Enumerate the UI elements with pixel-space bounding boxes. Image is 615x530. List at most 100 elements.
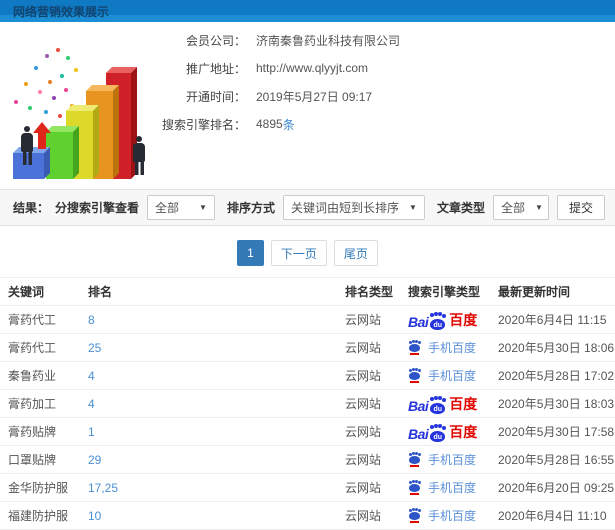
open-time-row: 开通时间： 2019年5月27日 09:17 [160, 89, 400, 104]
filter-group: 分搜索引擎查看 全部 ▼ 排序方式 关键词由短到长排序 ▼ 文章类型 全部 ▼ … [51, 195, 605, 220]
up-arrow-icon [33, 122, 51, 149]
updated-cell: 2020年5月30日 17:58 [498, 425, 615, 439]
baidu-paw-icon: du [429, 312, 447, 330]
promo-url-label: 推广地址： [185, 61, 246, 76]
col-engine-type: 搜索引擎类型 [408, 285, 481, 299]
baidu-logo-icon: Bai du 百度 [408, 311, 478, 330]
rank-type-cell: 云网站 [345, 341, 382, 355]
table-row: 秦鲁药业 4 云网站 手机百度 2020年5月28日 17:02 [0, 362, 615, 390]
top-section: 会员公司： 济南秦鲁药业科技有限公司 推广地址： http://www.qlyy… [0, 22, 615, 189]
rank-link[interactable]: 8 [88, 313, 345, 327]
filter-bar: 结果： 分搜索引擎查看 全部 ▼ 排序方式 关键词由短到长排序 ▼ 文章类型 全… [0, 189, 615, 226]
mobile-baidu-icon: 手机百度 [408, 451, 476, 468]
table-row: 福建防护服 10 云网站 手机百度 2020年6月4日 11:10 [0, 502, 615, 530]
next-page-button[interactable]: 下一页 [270, 240, 327, 266]
rank-type-cell: 云网站 [345, 313, 382, 327]
promo-url-link[interactable]: http://www.qlyyjt.com [246, 61, 368, 75]
table-row: 金华防护服 17,25 云网站 手机百度 2020年6月20日 09:25 [0, 474, 615, 502]
result-label: 结果： [13, 201, 50, 215]
member-info: 会员公司： 济南秦鲁药业科技有限公司 推广地址： http://www.qlyy… [160, 34, 400, 146]
page-title: 网络营销效果展示 [13, 5, 110, 19]
table-row: 膏药代工 8 云网站 Bai du 百度 2020年6月4日 11:15 [0, 306, 615, 334]
updated-cell: 2020年6月4日 11:15 [498, 313, 607, 327]
mobile-baidu-icon: 手机百度 [408, 479, 476, 496]
chevron-down-icon: ▼ [535, 203, 543, 212]
keyword-cell: 秦鲁药业 [8, 369, 57, 383]
keyword-cell: 福建防护服 [8, 509, 69, 523]
ranking-count-label: 搜索引擎排名： [161, 117, 246, 132]
engine-select[interactable]: 全部 ▼ [146, 195, 215, 220]
keyword-cell: 口罩贴牌 [8, 453, 57, 467]
last-page-button[interactable]: 尾页 [333, 240, 378, 266]
baidu-logo-icon: Bai du 百度 [408, 395, 478, 414]
col-rank-type: 排名类型 [345, 285, 394, 299]
col-rank: 排名 [88, 285, 113, 299]
rank-link[interactable]: 25 [88, 341, 345, 355]
businessman-right-icon [133, 136, 145, 175]
article-type-select[interactable]: 全部 ▼ [492, 195, 549, 220]
header-bar: 网络营销效果展示 [0, 0, 615, 22]
ranking-count-row: 搜索引擎排名： 4895 条 [160, 117, 400, 132]
updated-cell: 2020年5月28日 17:02 [498, 369, 615, 383]
rank-type-cell: 云网站 [345, 453, 382, 467]
engine-cell: 手机百度 [408, 339, 498, 357]
member-company-label: 会员公司： [185, 33, 246, 48]
chevron-down-icon: ▼ [199, 203, 207, 212]
rank-type-cell: 云网站 [345, 509, 382, 523]
member-company-row: 会员公司： 济南秦鲁药业科技有限公司 [160, 32, 400, 49]
submit-button[interactable]: 提交 [556, 195, 605, 220]
engine-cell: 手机百度 [408, 507, 498, 525]
baidu-paw-icon [408, 368, 422, 383]
rank-link[interactable]: 4 [88, 369, 345, 383]
table-header-row: 关键词 排名 排名类型 搜索引擎类型 最新更新时间 [0, 278, 615, 306]
rank-type-cell: 云网站 [345, 397, 382, 411]
rank-link[interactable]: 4 [88, 397, 345, 411]
rank-link[interactable]: 10 [88, 509, 345, 523]
engine-cell: Bai du 百度 [408, 422, 498, 442]
promo-url-row: 推广地址： http://www.qlyyjt.com [160, 61, 400, 76]
engine-cell: 手机百度 [408, 451, 498, 469]
updated-cell: 2020年6月20日 09:25 [498, 481, 615, 495]
col-keyword: 关键词 [8, 285, 45, 299]
table-row: 膏药贴牌 1 云网站 Bai du 百度 2020年5月30日 17:58 [0, 418, 615, 446]
rank-type-cell: 云网站 [345, 369, 382, 383]
col-updated: 最新更新时间 [498, 285, 571, 299]
baidu-paw-icon [408, 340, 422, 355]
updated-cell: 2020年5月30日 18:06 [498, 341, 615, 355]
article-type-select-value: 全部 [500, 201, 525, 215]
table-rows: 膏药代工 8 云网站 Bai du 百度 2020年6月4日 11:15 膏药代工 25 云网站手… [0, 306, 615, 530]
keyword-cell: 膏药代工 [8, 341, 57, 355]
table-row: 口罩贴牌 29 云网站 手机百度 2020年5月28日 16:55 [0, 446, 615, 474]
ranking-count-unit: 条 [282, 117, 295, 132]
updated-cell: 2020年5月28日 16:55 [498, 453, 615, 467]
sort-select[interactable]: 关键词由短到长排序 ▼ [282, 195, 425, 220]
rank-link[interactable]: 17,25 [88, 481, 345, 495]
pagination: 1 下一页 尾页 [0, 240, 615, 266]
keyword-cell: 金华防护服 [8, 481, 69, 495]
engine-select-value: 全部 [154, 201, 179, 215]
engine-cell: 手机百度 [408, 479, 498, 497]
businessman-left-icon [21, 126, 33, 165]
page-1-button[interactable]: 1 [237, 240, 264, 266]
sort-select-value: 关键词由短到长排序 [290, 201, 399, 215]
baidu-paw-icon [408, 452, 422, 467]
engine-filter-label: 分搜索引擎查看 [54, 201, 139, 215]
member-company-link[interactable]: 济南秦鲁药业科技有限公司 [246, 32, 400, 49]
rank-type-cell: 云网站 [345, 481, 382, 495]
rank-link[interactable]: 29 [88, 453, 345, 467]
baidu-paw-icon: du [429, 424, 447, 442]
keyword-cell: 膏药代工 [8, 313, 57, 327]
keyword-cell: 膏药加工 [8, 397, 57, 411]
rank-link[interactable]: 1 [88, 425, 345, 439]
engine-cell: Bai du 百度 [408, 310, 498, 330]
marketing-chart-illustration [0, 22, 175, 189]
updated-cell: 2020年6月4日 11:10 [498, 509, 607, 523]
baidu-paw-icon [408, 480, 422, 495]
open-time-label: 开通时间： [185, 89, 246, 104]
mobile-baidu-icon: 手机百度 [408, 367, 476, 384]
keyword-cell: 膏药贴牌 [8, 425, 57, 439]
table-row: 膏药代工 25 云网站 手机百度 2020年5月30日 18:06 [0, 334, 615, 362]
table-row: 膏药加工 4 云网站 Bai du 百度 2020年5月30日 18:03 [0, 390, 615, 418]
ranking-count-value: 4895 [256, 117, 283, 131]
engine-cell: Bai du 百度 [408, 394, 498, 414]
